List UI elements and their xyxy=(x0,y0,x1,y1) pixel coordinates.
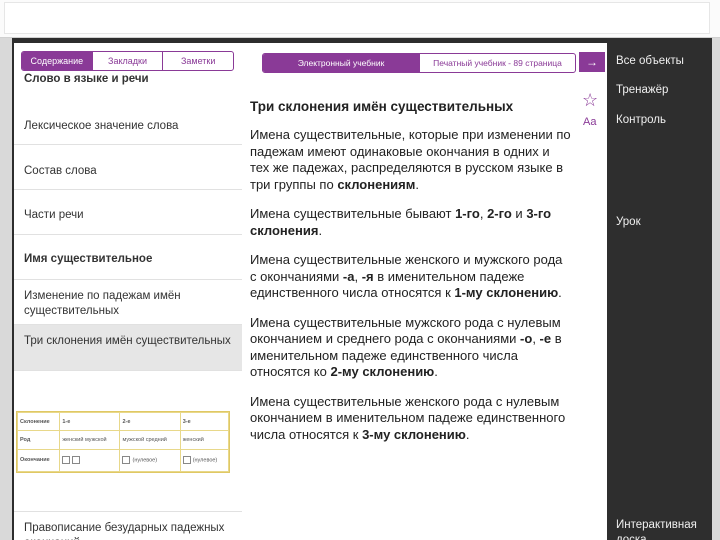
table-header: 1-е xyxy=(59,411,121,432)
paragraph: Имена существительные, которые при измен… xyxy=(250,127,572,193)
term-bold: склонениям xyxy=(337,176,416,192)
paragraph: Имена существительные мужского рода с ну… xyxy=(250,315,572,381)
sidebar-item-noun[interactable]: Имя существительное xyxy=(14,235,242,280)
table-cell: мужской средний xyxy=(119,430,181,450)
panel-item-interactive-board[interactable]: Интерактивная доска xyxy=(616,518,708,540)
star-icon[interactable]: ☆ xyxy=(582,90,598,110)
paragraph-text: , xyxy=(479,206,488,221)
paragraph-text: , xyxy=(354,268,362,284)
tab-contents[interactable]: Содержание xyxy=(22,52,92,70)
term-bold: -я xyxy=(361,268,374,284)
tab-bookmarks[interactable]: Закладки xyxy=(91,52,163,70)
ending-box-icon xyxy=(122,456,131,465)
tab-notes[interactable]: Заметки xyxy=(162,52,233,70)
term-bold: -е xyxy=(539,331,552,346)
sidebar-item-case-inflection[interactable]: Изменение по падежам имён существительны… xyxy=(14,280,242,325)
font-size-button[interactable]: Aa xyxy=(583,116,596,128)
top-banner-inner xyxy=(4,2,710,34)
table-cell-text: (нулевое) xyxy=(132,457,158,464)
tab-printed-textbook[interactable]: Печатный учебник - 89 страница xyxy=(419,54,575,72)
app-frame: Содержание Закладки Заметки Слово в язык… xyxy=(12,38,712,540)
table-cell: Род xyxy=(16,430,61,450)
panel-item-trainer[interactable]: Тренажёр xyxy=(616,83,668,98)
paragraph-text: . xyxy=(415,176,419,192)
tools-column: → ☆ Aa xyxy=(579,43,607,540)
panel-item-control[interactable]: Контроль xyxy=(616,113,666,128)
paragraph: Имена существительные женского и мужског… xyxy=(250,252,572,302)
main-content: Электронный учебник Печатный учебник - 8… xyxy=(242,43,579,540)
paragraph-text: и xyxy=(511,206,527,221)
right-panel: Все объекты Тренажёр Контроль Урок Интер… xyxy=(607,38,712,540)
table-header: 2-е xyxy=(119,411,181,432)
sidebar-item-lexical-meaning[interactable]: Лексическое значение слова xyxy=(14,100,242,145)
sidebar-item-word-in-language[interactable]: Слово в языке и речи xyxy=(14,71,242,87)
top-banner xyxy=(0,0,720,38)
paragraph: Имена существительные женского рода с ну… xyxy=(250,394,572,444)
term-bold: 1-го xyxy=(455,206,480,221)
table-header: 3-е xyxy=(179,411,230,432)
sidebar: Содержание Закладки Заметки Слово в язык… xyxy=(14,43,242,540)
sidebar-item-word-structure[interactable]: Состав слова xyxy=(14,145,242,190)
term-bold: 3-му склонению xyxy=(362,426,466,442)
table-cell: женский xyxy=(179,430,230,450)
paragraph-text: Имена существительные бывают xyxy=(250,206,456,221)
sidebar-tabs: Содержание Закладки Заметки xyxy=(21,51,234,71)
arrow-right-icon[interactable]: → xyxy=(579,52,605,72)
term-bold: 1-му склонению xyxy=(454,285,559,300)
sidebar-item-three-declensions[interactable]: Три склонения имён существительных xyxy=(14,325,242,371)
paragraph-text: , xyxy=(532,331,540,346)
declension-table-thumbnail[interactable]: Склонение 1-е 2-е 3-е Род женский мужско… xyxy=(16,411,230,473)
paragraph-text: . xyxy=(318,222,323,238)
table-header: Склонение xyxy=(16,411,61,432)
ending-box-icon xyxy=(182,456,191,465)
table-cell-text: (нулевое) xyxy=(192,457,218,464)
term-bold: 2-му склонению xyxy=(330,364,435,379)
tab-electronic-textbook[interactable]: Электронный учебник xyxy=(263,54,419,72)
sidebar-item-unstressed-endings[interactable]: Правописание безударных падежных окончан… xyxy=(14,511,242,540)
ending-box-icon xyxy=(62,456,71,465)
panel-item-lesson[interactable]: Урок xyxy=(616,215,641,230)
paragraph: Имена существительные бывают 1-го, 2-го … xyxy=(250,206,572,239)
term-bold: -а xyxy=(342,268,355,284)
term-bold: -о xyxy=(520,331,533,346)
term-bold: 2-го xyxy=(487,206,512,221)
table-cell: (нулевое) xyxy=(179,448,230,473)
panel-item-all-objects[interactable]: Все объекты xyxy=(616,54,684,69)
paragraph-text: . xyxy=(465,426,470,442)
table-cell: Окончание xyxy=(16,448,61,473)
sidebar-item-parts-of-speech[interactable]: Части речи xyxy=(14,190,242,235)
lesson-title: Три склонения имён существительных xyxy=(250,99,514,114)
textbook-tabs: Электронный учебник Печатный учебник - 8… xyxy=(262,53,576,73)
table-cell xyxy=(59,448,121,473)
paragraph-text: . xyxy=(434,364,438,379)
ending-box-icon xyxy=(72,456,81,465)
table-cell: (нулевое) xyxy=(119,448,181,473)
table-cell: женский мужской xyxy=(59,430,121,450)
paragraph-text: . xyxy=(558,285,562,300)
paragraph-text: Имена существительные мужского рода с ну… xyxy=(250,314,561,347)
lesson-text: Три склонения имён существительных Имена… xyxy=(250,98,572,456)
